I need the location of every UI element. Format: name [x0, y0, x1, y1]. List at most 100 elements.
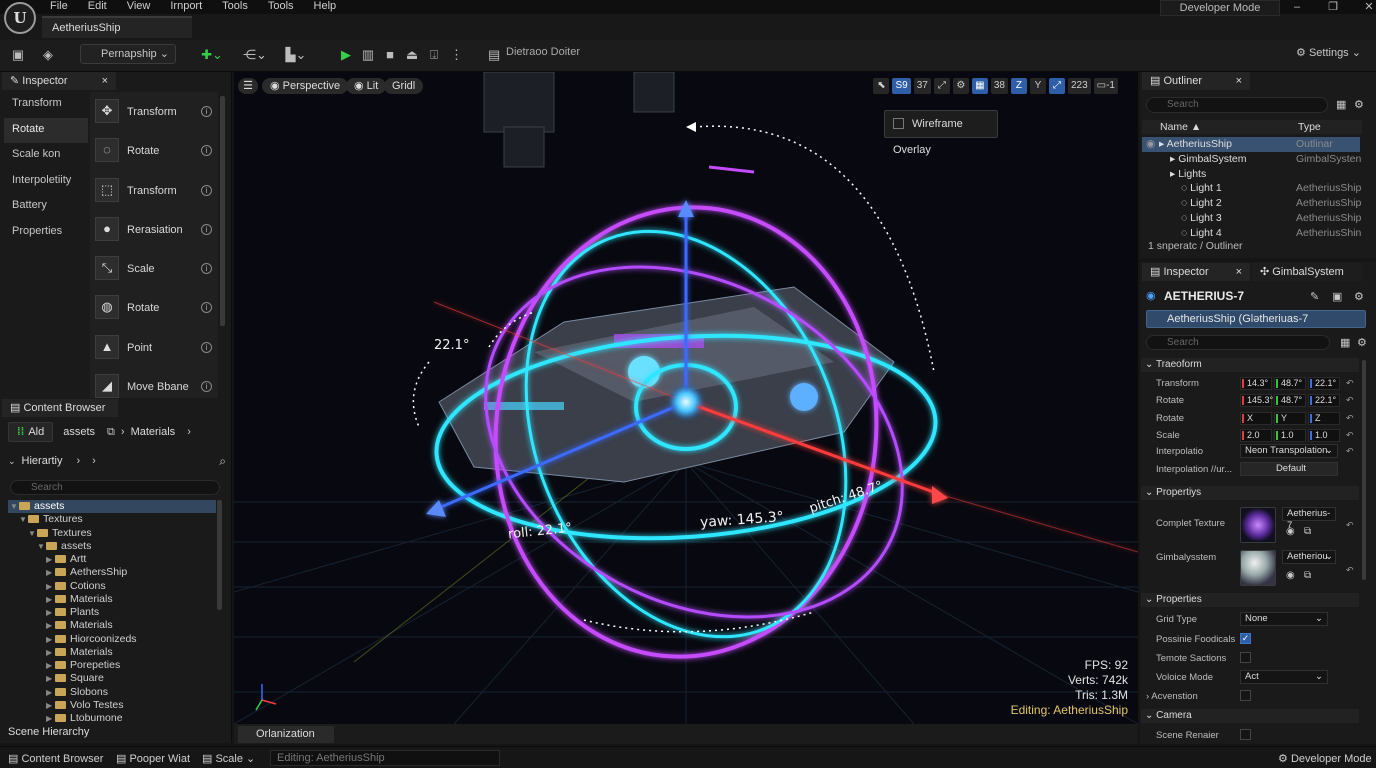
gear-icon[interactable]: ⚙ [1354, 290, 1364, 303]
outliner-search-input[interactable]: Search [1146, 97, 1328, 113]
info-icon[interactable]: i [201, 302, 212, 314]
outliner-row[interactable]: ◌ Light 2 AetheriusShip [1142, 196, 1361, 211]
expand-arrow-icon[interactable]: ▼ [28, 527, 37, 540]
inspector-scrollbar[interactable] [1362, 360, 1366, 580]
tool-scale[interactable]: ⤡ Scale i [90, 249, 218, 288]
reset-icon[interactable]: ↶ [1346, 520, 1354, 531]
section-properties[interactable]: ⌄ Propertiys [1141, 486, 1359, 500]
chevron-down-icon[interactable]: ⌄ [8, 456, 16, 467]
section-camera[interactable]: ⌄ Camera [1141, 709, 1359, 723]
wireframe-overlay-toggle[interactable]: Wireframe Overlay [884, 110, 998, 156]
expand-arrow-icon[interactable]: ▼ [19, 513, 28, 526]
viewport-tool[interactable]: ⤢ [1048, 78, 1065, 94]
reset-icon[interactable]: ↶ [1346, 378, 1354, 389]
gimbal-thumbnail[interactable] [1240, 550, 1276, 586]
outliner-row[interactable]: ▸ Lights [1142, 167, 1360, 182]
play-icon[interactable]: ▶ [338, 46, 354, 64]
expand-arrow-icon[interactable]: ▶ [46, 580, 55, 593]
info-icon[interactable]: i [201, 145, 212, 157]
gear-icon[interactable]: ⚙ [1354, 98, 1364, 111]
category-transform[interactable]: Transform [4, 92, 88, 118]
reset-icon[interactable]: ↶ [1346, 565, 1354, 576]
voloice-dropdown[interactable]: Act ⌄ [1240, 670, 1328, 684]
interpolation2-button[interactable]: Default [1240, 462, 1338, 476]
grid-button[interactable]: Gridl [384, 78, 424, 94]
expand-arrow-icon[interactable]: ▶ [46, 646, 55, 659]
viewport-tool[interactable]: Z [1010, 78, 1027, 94]
expand-arrow-icon[interactable]: ▶ [46, 659, 55, 672]
acvenstion-checkbox[interactable] [1240, 690, 1251, 701]
tree-scrollbar[interactable] [217, 500, 222, 610]
tool-rotate[interactable]: ◌ Rotate i [90, 131, 218, 170]
tool-rotate-2[interactable]: ◍ Rotate i [90, 288, 218, 327]
category-rotate[interactable]: Rotate [4, 117, 88, 144]
viewport-tool[interactable]: 37 [913, 78, 931, 94]
viewport-tool[interactable]: ⬉ [873, 78, 890, 94]
left-inspector-tab[interactable]: ✎ Inspector × [2, 72, 116, 90]
tree-node[interactable]: ▶ Materials [8, 593, 216, 606]
expand-arrow-icon[interactable]: ▶ [46, 672, 55, 685]
tool-rerasiation[interactable]: ● Rerasiation i [90, 210, 218, 249]
grid-type-dropdown[interactable]: None ⌄ [1240, 612, 1328, 626]
gear-icon[interactable]: ⚙ [1357, 336, 1367, 349]
tree-node[interactable]: ▶ Porepeties [8, 659, 216, 672]
tree-node[interactable]: ▼ assets [8, 540, 216, 553]
tree-node[interactable]: ▶ Materials [8, 619, 216, 632]
left-scrollbar[interactable] [220, 96, 225, 326]
organization-tab[interactable]: Orlanization [238, 726, 334, 743]
expand-arrow-icon[interactable]: ▶ [46, 699, 55, 712]
tree-node[interactable]: ▶ Ltobumone [8, 712, 216, 725]
column-type[interactable]: Type [1298, 121, 1321, 133]
expand-arrow-icon[interactable]: ▶ [46, 593, 55, 606]
minimize-icon[interactable]: – [1290, 1, 1304, 13]
add-button[interactable]: ⁞⁞ Ald [8, 422, 54, 442]
mode-dropdown[interactable]: Pernapship ⌄ [80, 44, 176, 64]
outliner-row[interactable]: ◌ Light 3 AetheriusShip [1142, 211, 1361, 226]
texture-thumbnail[interactable] [1240, 507, 1276, 543]
info-icon[interactable]: i [201, 381, 212, 393]
info-icon[interactable]: i [201, 106, 212, 117]
menu-tools-2[interactable]: Tools [268, 0, 294, 12]
filter-icon[interactable]: ▦ [1340, 336, 1350, 349]
menu-import[interactable]: Irnport [170, 0, 202, 12]
reset-icon[interactable]: ↶ [1346, 413, 1354, 424]
transform-value-z[interactable]: 22.1° [1308, 377, 1340, 390]
reset-icon[interactable]: ↶ [1346, 395, 1354, 406]
status-content-browser[interactable]: ▤ Content Browser [8, 752, 103, 765]
browse-icon[interactable]: ◉ [1286, 526, 1295, 537]
expand-arrow-icon[interactable]: ▼ [37, 540, 46, 553]
menu-view[interactable]: View [127, 0, 151, 12]
outliner-tab[interactable]: ▤ Outliner × [1142, 72, 1250, 90]
blueprint-icon[interactable]: ⋲⌄ [240, 46, 270, 64]
gimbal-system-value[interactable]: Aetheriou ⌄ [1282, 550, 1336, 564]
tree-node[interactable]: ▶ Square [8, 672, 216, 685]
transform-value-x[interactable]: 145.3° [1240, 394, 1273, 408]
tree-node[interactable]: ▶ Hiorcoonizeds [8, 633, 216, 646]
expand-arrow-icon[interactable]: ▶ [46, 553, 55, 566]
tool-transform-2[interactable]: ⬚ Transform i [90, 171, 218, 210]
filter-icon[interactable]: ▦ [1336, 98, 1346, 111]
expand-arrow-icon[interactable]: ▶ [46, 606, 55, 619]
expand-arrow-icon[interactable]: ▶ [46, 619, 55, 632]
scene-render-checkbox[interactable] [1240, 729, 1251, 740]
content-icon[interactable]: ◈ [40, 46, 56, 64]
viewport-tool[interactable]: 223 [1067, 78, 1091, 94]
perspective-button[interactable]: ◉ Perspective [262, 78, 349, 94]
add-component-icon[interactable]: ▣ [1332, 290, 1342, 303]
possible-checkbox[interactable]: ✓ [1240, 633, 1251, 644]
status-scale[interactable]: ▤ Scale ⌄ [202, 752, 255, 765]
transform-value-x[interactable]: X [1240, 411, 1272, 425]
tree-node[interactable]: ▶ Slobons [8, 686, 216, 699]
viewport-tool[interactable]: ▦ [971, 78, 988, 94]
outliner-row[interactable]: ◌ Light 1 AetheriusShip [1142, 181, 1361, 196]
category-properties[interactable]: Properties [4, 220, 88, 246]
menu-tools[interactable]: Tools [222, 0, 248, 12]
tree-node[interactable]: ▶ Artt [8, 553, 216, 566]
acvenstion-label[interactable]: › Acvenstion [1146, 691, 1198, 702]
transform-row-label[interactable]: Rotate [1156, 395, 1184, 406]
expand-arrow-icon[interactable]: ▶ [46, 633, 55, 646]
section-properties-2[interactable]: ⌄ Properties [1141, 593, 1359, 607]
viewport[interactable]: 22.1° roll: 22.1° yaw: 145.3° pitch: 48.… [234, 72, 1138, 724]
viewport-tool[interactable]: 38 [990, 78, 1008, 94]
document-tab[interactable]: AetheriusShip [42, 16, 192, 38]
